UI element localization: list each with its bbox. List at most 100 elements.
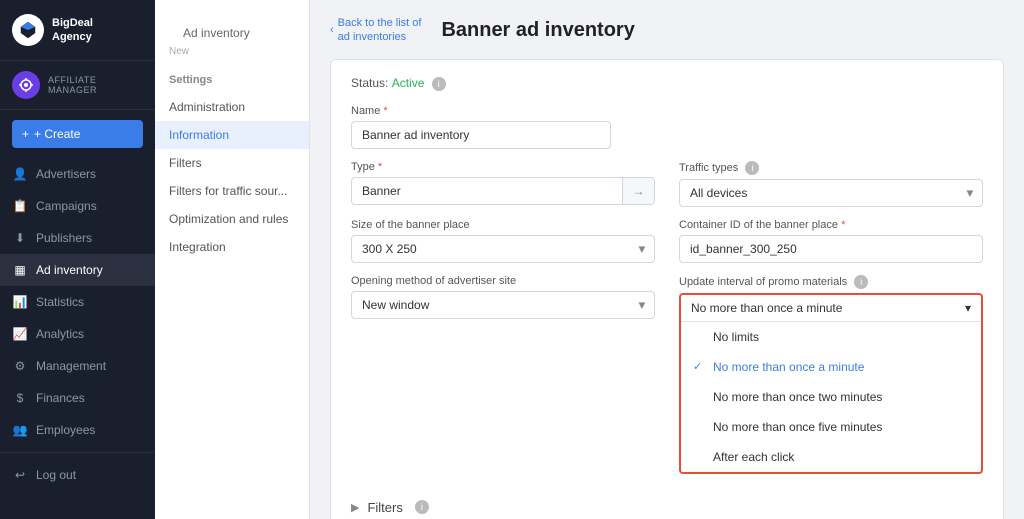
dropdown-option-five-minutes[interactable]: No more than once five minutes bbox=[681, 412, 981, 442]
affiliate-icon bbox=[12, 71, 40, 99]
back-link[interactable]: ‹ Back to the list ofad inventories bbox=[330, 16, 421, 45]
sidebar-item-statistics[interactable]: 📊 Statistics bbox=[0, 286, 155, 318]
sidebar-item-finances[interactable]: $ Finances bbox=[0, 382, 155, 414]
name-input[interactable] bbox=[351, 121, 611, 149]
create-label: + Create bbox=[34, 127, 80, 141]
logo-area: BigDeal Agency bbox=[0, 0, 155, 61]
sub-sidebar-subtitle: New bbox=[169, 46, 295, 57]
traffic-info-icon[interactable]: i bbox=[745, 161, 759, 175]
name-label: Name * bbox=[351, 105, 983, 117]
name-field-group: Name * bbox=[351, 105, 983, 149]
sidebar-label: Advertisers bbox=[36, 167, 96, 181]
sidebar-item-ad-inventory[interactable]: ▦ Ad inventory bbox=[0, 254, 155, 286]
status-label: Status: bbox=[351, 76, 388, 90]
update-chevron-icon: ▾ bbox=[965, 301, 971, 315]
page-container: ‹ Back to the list ofad inventories Bann… bbox=[310, 0, 1024, 519]
chart-icon: 📊 bbox=[12, 294, 28, 310]
nav-divider bbox=[0, 452, 155, 453]
sub-item-administration[interactable]: Administration bbox=[155, 93, 309, 121]
status-info-icon[interactable]: i bbox=[432, 77, 446, 91]
status-value: Active bbox=[392, 76, 425, 90]
section-filters[interactable]: ▶ Filters i bbox=[351, 490, 983, 519]
size-field-group: Size of the banner place 300 X 250 ▾ bbox=[351, 219, 655, 263]
sidebar-label: Employees bbox=[36, 423, 95, 437]
traffic-select-wrapper: All devices ▾ bbox=[679, 179, 983, 207]
content-area: Ad inventory New Settings Administration… bbox=[155, 0, 1024, 519]
logout-label: Log out bbox=[36, 468, 76, 482]
employees-icon: 👥 bbox=[12, 422, 28, 438]
campaign-icon: 📋 bbox=[12, 198, 28, 214]
sidebar-label: Ad inventory bbox=[36, 263, 103, 277]
sidebar-label: Analytics bbox=[36, 327, 84, 341]
create-button[interactable]: + + Create bbox=[12, 120, 143, 148]
sidebar-item-management[interactable]: ⚙ Management bbox=[0, 350, 155, 382]
dropdown-option-each-click[interactable]: After each click bbox=[681, 442, 981, 472]
update-field-group: Update interval of promo materials i No … bbox=[679, 275, 983, 474]
status-row: Status: Active i bbox=[351, 76, 983, 91]
grid-icon: ▦ bbox=[12, 262, 28, 278]
sub-item-information[interactable]: Information bbox=[155, 121, 309, 149]
sidebar-item-logout[interactable]: ↩ Log out bbox=[0, 459, 155, 491]
update-label: Update interval of promo materials i bbox=[679, 275, 983, 289]
logo-text: BigDeal Agency bbox=[52, 16, 93, 45]
sidebar-label: Publishers bbox=[36, 231, 92, 245]
container-label: Container ID of the banner place * bbox=[679, 219, 983, 231]
sub-item-integration[interactable]: Integration bbox=[155, 233, 309, 261]
sidebar-item-analytics[interactable]: 📈 Analytics bbox=[0, 318, 155, 350]
dropdown-option-once-minute[interactable]: ✓ No more than once a minute bbox=[681, 352, 981, 382]
form-card: Status: Active i Name * Type bbox=[330, 59, 1004, 519]
role-label: AFFILIATE MANAGER bbox=[48, 75, 143, 95]
logo-icon bbox=[12, 14, 44, 46]
name-required: * bbox=[383, 105, 387, 117]
form-grid-3: Opening method of advertiser site New wi… bbox=[351, 275, 983, 474]
affiliate-section: AFFILIATE MANAGER bbox=[0, 61, 155, 110]
traffic-select[interactable]: All devices bbox=[679, 179, 983, 207]
opening-select-wrapper: New window ▾ bbox=[351, 291, 655, 319]
section-filters-label: Filters bbox=[367, 500, 402, 515]
update-dropdown-trigger[interactable]: No more than once a minute ▾ bbox=[681, 295, 981, 322]
type-arrow-btn[interactable]: → bbox=[622, 178, 654, 204]
sidebar-label: Management bbox=[36, 359, 106, 373]
update-selected-value: No more than once a minute bbox=[691, 301, 842, 315]
container-input[interactable] bbox=[679, 235, 983, 263]
size-label: Size of the banner place bbox=[351, 219, 655, 231]
sidebar-label: Finances bbox=[36, 391, 85, 405]
chevron-filters-icon: ▶ bbox=[351, 501, 359, 514]
opening-select[interactable]: New window bbox=[351, 291, 655, 319]
dropdown-option-two-minutes[interactable]: No more than once two minutes bbox=[681, 382, 981, 412]
sub-item-optimization[interactable]: Optimization and rules bbox=[155, 205, 309, 233]
filters-info-icon[interactable]: i bbox=[415, 500, 429, 514]
dropdown-option-no-limits[interactable]: No limits bbox=[681, 322, 981, 352]
advertiser-icon: 👤 bbox=[12, 166, 28, 182]
analytics-icon: 📈 bbox=[12, 326, 28, 342]
check-icon-selected: ✓ bbox=[693, 360, 705, 373]
dollar-icon: $ bbox=[12, 390, 28, 406]
opening-field-group: Opening method of advertiser site New wi… bbox=[351, 275, 655, 474]
plus-icon: + bbox=[22, 127, 29, 141]
publishers-icon: ⬇ bbox=[12, 230, 28, 246]
form-grid-1: Type * Banner → Traffic types i bbox=[351, 161, 983, 207]
size-select[interactable]: 300 X 250 bbox=[351, 235, 655, 263]
update-info-icon[interactable]: i bbox=[854, 275, 868, 289]
sub-sidebar-title: Ad inventory bbox=[169, 20, 295, 46]
type-select[interactable]: Banner bbox=[352, 178, 622, 204]
sub-item-filters[interactable]: Filters bbox=[155, 149, 309, 177]
sidebar: BigDeal Agency AFFILIATE MANAGER + + Cre… bbox=[0, 0, 155, 519]
type-label: Type * bbox=[351, 161, 655, 173]
form-grid-2: Size of the banner place 300 X 250 ▾ Con… bbox=[351, 219, 983, 263]
sub-item-settings[interactable]: Settings bbox=[155, 67, 309, 93]
logout-icon: ↩ bbox=[12, 467, 28, 483]
sidebar-item-advertisers[interactable]: 👤 Advertisers bbox=[0, 158, 155, 190]
sub-item-filters-traffic[interactable]: Filters for traffic sour... bbox=[155, 177, 309, 205]
sidebar-item-campaigns[interactable]: 📋 Campaigns bbox=[0, 190, 155, 222]
type-select-wrapper: Banner → bbox=[351, 177, 655, 205]
opening-label: Opening method of advertiser site bbox=[351, 275, 655, 287]
back-link-text: Back to the list ofad inventories bbox=[338, 16, 422, 45]
traffic-label: Traffic types i bbox=[679, 161, 983, 175]
sidebar-item-employees[interactable]: 👥 Employees bbox=[0, 414, 155, 446]
size-select-wrapper: 300 X 250 ▾ bbox=[351, 235, 655, 263]
traffic-field-group: Traffic types i All devices ▾ bbox=[679, 161, 983, 207]
container-field-group: Container ID of the banner place * bbox=[679, 219, 983, 263]
sidebar-item-publishers[interactable]: ⬇ Publishers bbox=[0, 222, 155, 254]
update-dropdown-menu: No limits ✓ No more than once a minute N… bbox=[681, 322, 981, 472]
